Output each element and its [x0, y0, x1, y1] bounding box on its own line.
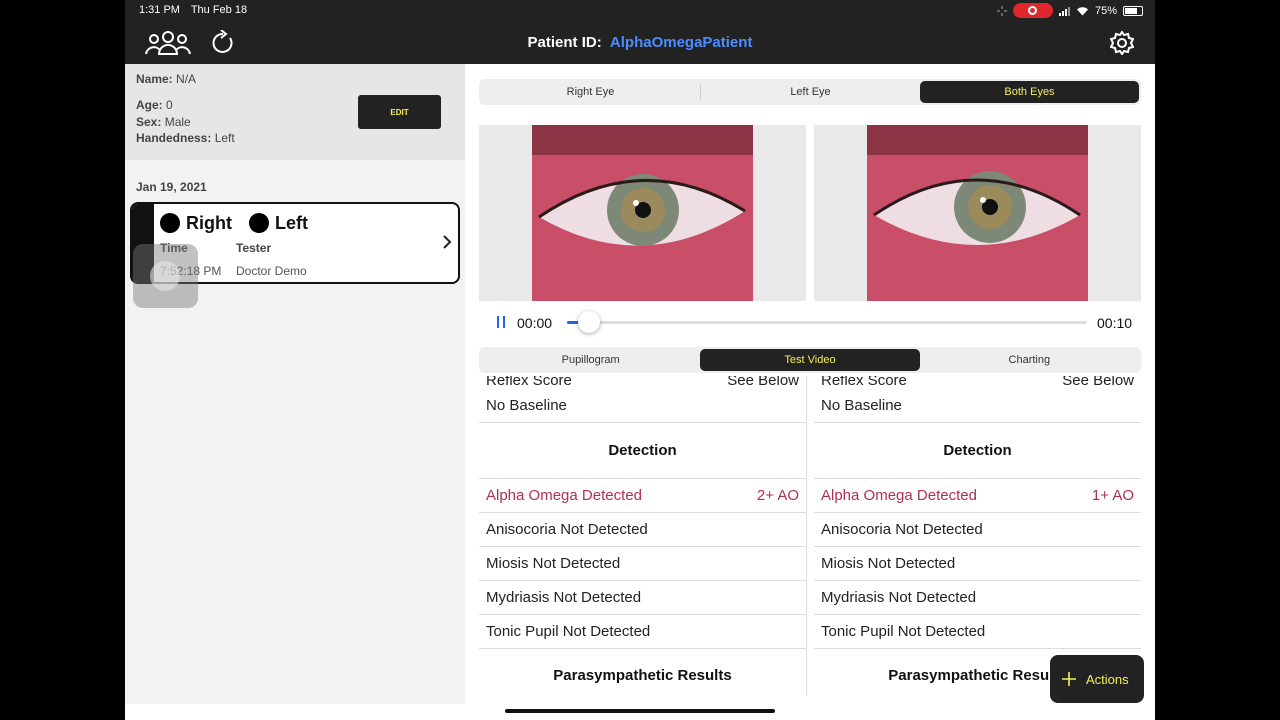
right-eye-dot-icon	[160, 213, 180, 234]
reflex-score-row: Reflex Score See Below	[821, 376, 1134, 389]
mydriasis-row: Mydriasis Not Detected	[479, 581, 806, 615]
nav-bar: Patient ID: AlphaOmegaPatient	[125, 22, 1155, 64]
alpha-omega-row: Alpha Omega Detected 1+ AO	[814, 479, 1141, 513]
left-eye-dot-icon	[249, 213, 269, 234]
mydriasis-row: Mydriasis Not Detected	[814, 581, 1141, 615]
plus-icon	[1062, 672, 1076, 686]
main-content: Right Eye Left Eye Both Eyes 00:00 00:10…	[465, 64, 1155, 704]
reflex-score-row: Reflex Score See Below	[486, 376, 799, 389]
screen-recording-icon	[1012, 3, 1053, 18]
tab-test-video[interactable]: Test Video	[700, 349, 920, 371]
patient-info: Name: N/A Age: 0 Sex: Male Handedness: L…	[125, 64, 465, 160]
patient-age: Age: 0	[136, 98, 173, 112]
loading-icon	[996, 5, 1007, 16]
chevron-right-icon	[443, 235, 452, 249]
status-date: Thu Feb 18	[190, 4, 248, 16]
tab-charting[interactable]: Charting	[920, 349, 1139, 371]
miosis-row: Miosis Not Detected	[814, 547, 1141, 581]
results-divider	[806, 376, 807, 696]
nav-title: Patient ID: AlphaOmegaPatient	[125, 34, 1155, 51]
tester-header: Tester	[236, 241, 272, 255]
baseline-row: No Baseline	[814, 389, 1141, 423]
left-eye-results: Reflex Score See Below No Baseline Detect…	[814, 376, 1141, 696]
patient-id-value: AlphaOmegaPatient	[609, 34, 753, 51]
actions-label: Actions	[1086, 671, 1129, 687]
patient-sex: Sex: Male	[136, 115, 191, 129]
status-time: 1:31 PM	[139, 4, 180, 16]
parasympathetic-heading: Parasympathetic Results	[553, 667, 732, 684]
baseline-row: No Baseline	[479, 389, 806, 423]
tab-pupillogram[interactable]: Pupillogram	[481, 349, 700, 371]
session-date-header: Jan 19, 2021	[136, 180, 207, 194]
battery-percent: 75%	[1094, 4, 1117, 17]
tab-left-eye[interactable]: Left Eye	[701, 81, 920, 103]
battery-icon	[1123, 5, 1143, 16]
tab-both-eyes[interactable]: Both Eyes	[920, 81, 1139, 103]
detection-heading: Detection	[608, 442, 677, 459]
cellular-signal-icon	[1058, 6, 1070, 16]
wifi-icon	[1076, 6, 1088, 15]
right-eye-label: Right	[186, 212, 232, 233]
settings-gear-icon[interactable]	[1110, 31, 1134, 55]
video-player: 00:00 00:10	[479, 310, 1141, 334]
right-eye-image	[532, 125, 753, 301]
eye-selector: Right Eye Left Eye Both Eyes	[479, 79, 1141, 105]
scrubber-track[interactable]	[567, 321, 1087, 324]
miosis-row: Miosis Not Detected	[479, 547, 806, 581]
edit-button[interactable]: EDIT	[358, 95, 441, 129]
session-eyes: Right Left	[160, 212, 320, 234]
patient-name: Name: N/A	[136, 72, 197, 86]
right-eye-video[interactable]	[479, 125, 806, 301]
left-eye-video[interactable]	[814, 125, 1141, 301]
status-bar: 1:31 PM Thu Feb 18 75%	[125, 0, 1155, 22]
left-eye-label: Left	[275, 212, 308, 233]
tab-right-eye[interactable]: Right Eye	[481, 81, 700, 103]
left-eye-image	[867, 125, 1088, 301]
right-eye-results: Reflex Score See Below No Baseline Detect…	[479, 376, 806, 696]
detection-heading: Detection	[943, 442, 1012, 459]
patient-sidebar: Name: N/A Age: 0 Sex: Male Handedness: L…	[125, 64, 465, 704]
view-selector: Pupillogram Test Video Charting	[479, 347, 1141, 373]
alpha-omega-row: Alpha Omega Detected 2+ AO	[479, 479, 806, 513]
actions-button[interactable]: Actions	[1050, 655, 1144, 703]
tonic-pupil-row: Tonic Pupil Not Detected	[814, 615, 1141, 649]
patient-id-label: Patient ID:	[527, 34, 602, 51]
session-tester: Doctor Demo	[236, 264, 307, 278]
current-time: 00:00	[517, 315, 553, 331]
touch-indicator	[133, 244, 198, 308]
anisocoria-row: Anisocoria Not Detected	[814, 513, 1141, 547]
ipad-screen: 1:31 PM Thu Feb 18 75% Patient ID: Alpha…	[125, 0, 1155, 720]
pause-icon[interactable]	[497, 316, 505, 328]
scrubber-knob[interactable]	[577, 311, 600, 333]
duration: 00:10	[1097, 315, 1133, 331]
anisocoria-row: Anisocoria Not Detected	[479, 513, 806, 547]
patient-handedness: Handedness: Left	[136, 131, 235, 145]
tonic-pupil-row: Tonic Pupil Not Detected	[479, 615, 806, 649]
home-indicator	[505, 709, 775, 713]
